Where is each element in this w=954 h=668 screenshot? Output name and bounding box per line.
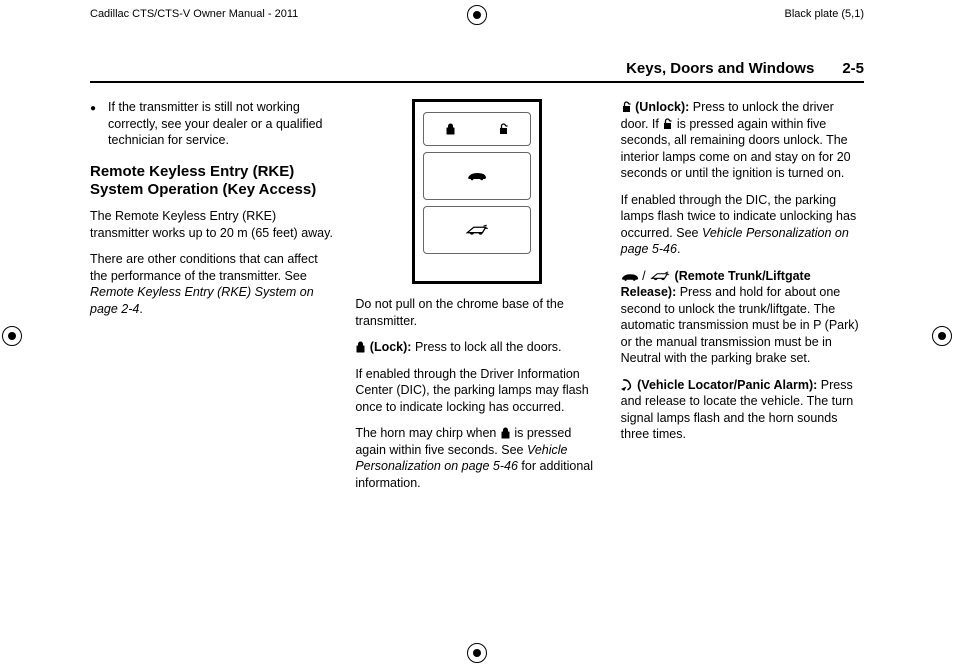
unlock-icon bbox=[498, 123, 509, 135]
panic-alarm-text: (Vehicle Locator/Panic Alarm): Press and… bbox=[621, 377, 864, 443]
rke-range-text: The Remote Keyless Entry (RKE) transmitt… bbox=[90, 208, 333, 241]
chrome-base-text: Do not pull on the chrome base of the tr… bbox=[355, 296, 598, 329]
section-title: Keys, Doors and Windows bbox=[626, 60, 814, 77]
lock-icon bbox=[500, 427, 511, 439]
crop-mark-bottom bbox=[467, 643, 487, 663]
column-1: ● If the transmitter is still not workin… bbox=[90, 99, 333, 501]
plate-info: Black plate (5,1) bbox=[785, 8, 864, 20]
car-icon bbox=[621, 272, 639, 282]
manual-page: Cadillac CTS/CTS-V Owner Manual - 2011 B… bbox=[0, 0, 954, 668]
dic-lock-text: If enabled through the Driver Informatio… bbox=[355, 366, 598, 416]
dic-unlock-text: If enabled through the DIC, the parking … bbox=[621, 192, 864, 258]
bullet-dot-icon: ● bbox=[90, 99, 96, 149]
car-icon bbox=[467, 171, 487, 181]
lock-icon bbox=[445, 123, 456, 135]
rke-heading: Remote Keyless Entry (RKE) System Operat… bbox=[90, 163, 333, 201]
header-rule bbox=[90, 81, 864, 83]
manual-title: Cadillac CTS/CTS-V Owner Manual - 2011 bbox=[90, 8, 298, 20]
unlock-function-text: (Unlock): Press to unlock the driver doo… bbox=[621, 99, 864, 182]
bullet-text: If the transmitter is still not working … bbox=[108, 99, 333, 149]
lock-function-text: (Lock): Press to lock all the doors. bbox=[355, 339, 598, 356]
liftgate-icon bbox=[649, 271, 671, 282]
panic-icon bbox=[621, 378, 634, 391]
lock-icon bbox=[355, 341, 366, 353]
page-number: 2-5 bbox=[842, 60, 864, 77]
column-3: (Unlock): Press to unlock the driver doo… bbox=[621, 99, 864, 501]
liftgate-icon bbox=[464, 224, 490, 237]
fig-row-trunk bbox=[423, 152, 531, 200]
fig-row-liftgate bbox=[423, 206, 531, 254]
rke-transmitter-figure bbox=[412, 99, 542, 284]
horn-chirp-text: The horn may chirp when is pressed again… bbox=[355, 425, 598, 491]
bullet-item: ● If the transmitter is still not workin… bbox=[90, 99, 333, 149]
trunk-release-text: / (Remote Trunk/Liftgate Release): Press… bbox=[621, 268, 864, 367]
fig-row-locks bbox=[423, 112, 531, 146]
crop-mark-right bbox=[932, 326, 952, 346]
xref-rke-system: Remote Keyless Entry (RKE) System on pag… bbox=[90, 285, 314, 316]
column-2: Do not pull on the chrome base of the tr… bbox=[355, 99, 598, 501]
unlock-icon bbox=[621, 101, 632, 113]
crop-mark-top bbox=[467, 5, 487, 25]
crop-mark-left bbox=[2, 326, 22, 346]
rke-conditions-text: There are other conditions that can affe… bbox=[90, 251, 333, 317]
unlock-icon bbox=[662, 118, 673, 130]
running-header: Keys, Doors and Windows 2-5 bbox=[90, 60, 864, 77]
